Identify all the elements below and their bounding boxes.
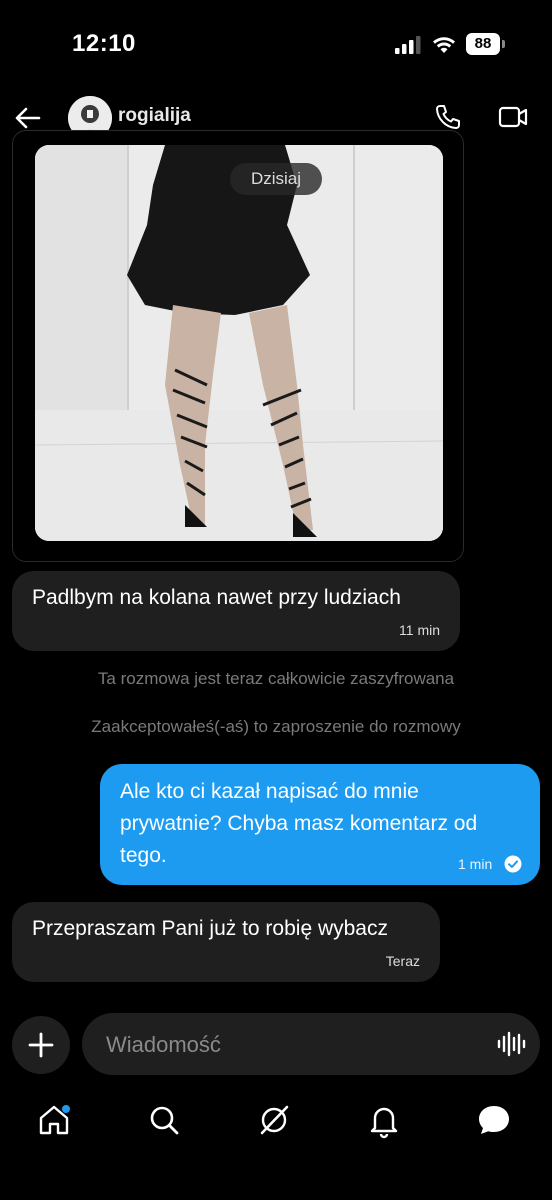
arrow-left-icon[interactable] xyxy=(14,104,42,132)
battery-level: 88 xyxy=(466,33,500,55)
message-bubble-outgoing[interactable]: Ale kto ci kazał napisać do mnie prywatn… xyxy=(100,764,540,885)
wifi-icon xyxy=(433,37,455,53)
photo-content xyxy=(35,145,443,541)
battery-indicator: 88 xyxy=(466,33,506,55)
message-photo[interactable] xyxy=(35,145,443,541)
battery-tip xyxy=(502,40,505,48)
read-check-icon xyxy=(504,855,522,873)
message-text: Padlbym na kolana nawet przy ludziach xyxy=(32,586,401,609)
message-bubble-incoming[interactable]: Padlbym na kolana nawet przy ludziach 11… xyxy=(12,571,460,651)
message-time: 11 min xyxy=(399,622,440,638)
date-divider: Dzisiaj xyxy=(230,163,322,195)
status-time: 12:10 xyxy=(72,30,136,57)
message-composer xyxy=(82,1013,540,1077)
message-line: Ale kto ci kazał napisać do mnie xyxy=(120,780,419,803)
image-message[interactable] xyxy=(12,130,464,562)
message-input[interactable] xyxy=(104,1013,488,1077)
search-icon[interactable] xyxy=(144,1100,184,1140)
message-text: Przepraszam Pani już to robię wybacz xyxy=(32,917,388,940)
phone-icon[interactable] xyxy=(434,103,462,131)
voice-wave-icon[interactable] xyxy=(496,1029,526,1059)
add-attachment-button[interactable] xyxy=(12,1016,70,1074)
cellular-signal-icon xyxy=(395,36,421,54)
system-notice-encrypted: Ta rozmowa jest teraz całkowicie zaszyfr… xyxy=(97,669,455,688)
bottom-tab-bar xyxy=(0,1090,552,1150)
message-time: Teraz xyxy=(385,953,420,969)
home-icon[interactable] xyxy=(34,1100,74,1140)
plus-icon xyxy=(28,1032,54,1058)
message-line: prywatnie? Chyba masz komentarz od xyxy=(120,812,478,835)
grok-icon[interactable] xyxy=(254,1100,294,1140)
bell-icon[interactable] xyxy=(364,1100,404,1140)
messages-icon[interactable] xyxy=(474,1100,514,1140)
message-line: tego. xyxy=(120,844,167,867)
status-bar: 12:10 88 xyxy=(0,0,552,90)
message-text: Ale kto ci kazał napisać do mnie prywatn… xyxy=(120,776,477,872)
contact-name[interactable]: rogialija xyxy=(118,105,191,127)
message-time: 1 min xyxy=(458,856,493,872)
video-camera-icon[interactable] xyxy=(498,104,528,130)
system-notice-accepted: Zaakceptowałeś(-aś) to zaproszenie do ro… xyxy=(91,717,461,736)
message-bubble-incoming[interactable]: Przepraszam Pani już to robię wybacz Ter… xyxy=(12,902,440,982)
